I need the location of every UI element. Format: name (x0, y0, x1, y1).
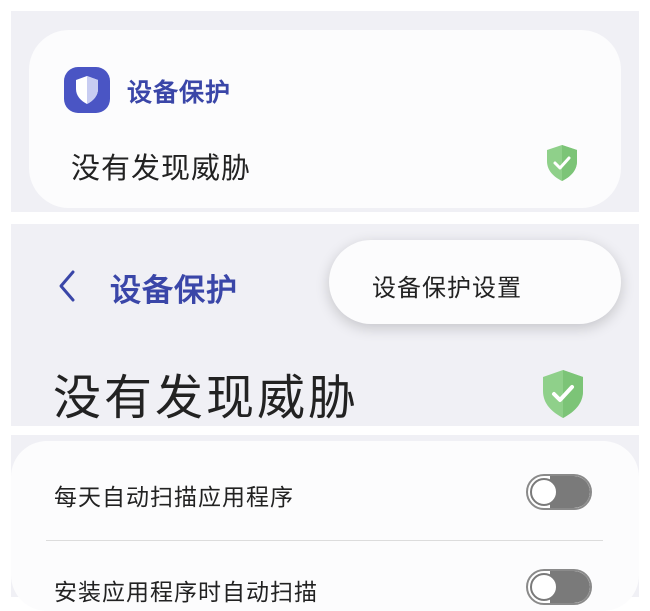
toggle-knob (530, 478, 558, 506)
status-text: 没有发现威胁 (53, 370, 360, 426)
card-title: 设备保护 (127, 78, 232, 107)
shield-icon (64, 67, 110, 113)
shield-check-icon (541, 369, 585, 423)
install-scan-toggle[interactable] (526, 569, 592, 605)
overflow-menu: 设备保护设置 (329, 240, 621, 324)
daily-scan-toggle[interactable] (526, 474, 592, 510)
back-button[interactable] (52, 266, 82, 306)
menu-item-device-protection-settings[interactable]: 设备保护设置 (372, 268, 522, 303)
card-status-text: 没有发现威胁 (71, 151, 252, 185)
setting-label-install-scan: 安装应用程序时自动扫描 (54, 580, 318, 606)
setting-label-daily-scan: 每天自动扫描应用程序 (54, 485, 294, 511)
page-title: 设备保护 (110, 273, 238, 309)
divider (46, 540, 603, 541)
chevron-left-icon (59, 270, 75, 302)
shield-check-icon (545, 144, 579, 186)
